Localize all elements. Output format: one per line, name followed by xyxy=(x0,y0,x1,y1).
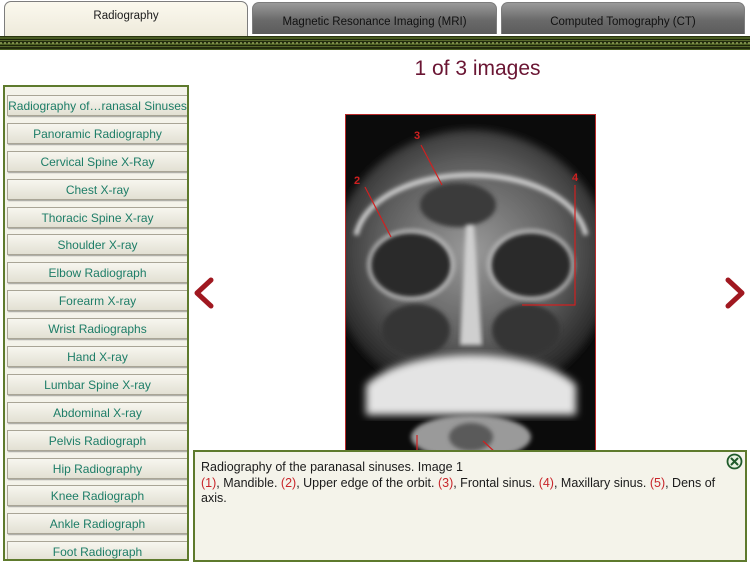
legend-number-5: (5) xyxy=(649,475,666,490)
previous-image-button[interactable] xyxy=(189,276,219,310)
image-caption: Radiography of the paranasal sinuses. Im… xyxy=(193,450,747,562)
marker-2: 2 xyxy=(354,175,360,187)
sidebar-item-forearm[interactable]: Forearm X-ray xyxy=(7,290,187,312)
sidebar-item-knee[interactable]: Knee Radiograph xyxy=(7,485,187,507)
caption-legend: (1), Mandible. (2), Upper edge of the or… xyxy=(201,476,739,507)
tab-mri[interactable]: Magnetic Resonance Imaging (MRI) xyxy=(252,2,497,34)
sidebar-item-ankle[interactable]: Ankle Radiograph xyxy=(7,513,187,535)
legend-number-1: (1) xyxy=(201,475,217,490)
decorative-divider xyxy=(0,36,750,50)
sidebar-item-lumbar-spine[interactable]: Lumbar Spine X-ray xyxy=(7,373,187,395)
sidebar-item-elbow[interactable]: Elbow Radiograph xyxy=(7,262,187,284)
close-caption-button[interactable] xyxy=(726,453,743,470)
chevron-right-icon xyxy=(725,277,745,309)
tab-ct[interactable]: Computed Tomography (CT) xyxy=(501,2,745,34)
legend-number-4: (4) xyxy=(538,475,554,490)
legend-text-2: , Upper edge of the orbit. xyxy=(296,475,438,490)
legend-text-3: , Frontal sinus. xyxy=(453,475,539,490)
sidebar-item-pelvis[interactable]: Pelvis Radiograph xyxy=(7,429,187,451)
radiograph-image[interactable]: 2 3 4 xyxy=(345,114,596,454)
close-circle-icon xyxy=(726,453,743,470)
marker-3: 3 xyxy=(414,130,420,142)
chevron-left-icon xyxy=(194,277,214,309)
exam-list[interactable]: Radiography of…ranasal Sinuses Panoramic… xyxy=(3,85,189,561)
legend-text-4: , Maxillary sinus. xyxy=(553,475,650,490)
sidebar-item-cervical-spine[interactable]: Cervical Spine X-Ray xyxy=(7,150,187,172)
legend-number-2: (2) xyxy=(280,475,297,490)
sidebar-item-wrist[interactable]: Wrist Radiographs xyxy=(7,318,187,340)
skull-radiograph: 2 3 4 xyxy=(346,115,595,453)
sidebar-item-hip[interactable]: Hip Radiography xyxy=(7,457,187,479)
caption-heading: Radiography of the paranasal sinuses. Im… xyxy=(201,460,463,474)
sidebar-item-thoracic-spine[interactable]: Thoracic Spine X-ray xyxy=(7,206,187,228)
sidebar-item-abdominal[interactable]: Abdominal X-ray xyxy=(7,401,187,423)
tab-bar: Radiography Magnetic Resonance Imaging (… xyxy=(0,0,750,36)
legend-number-3: (3) xyxy=(437,475,454,490)
sidebar-item-chest[interactable]: Chest X-ray xyxy=(7,178,187,200)
sidebar-item-hand[interactable]: Hand X-ray xyxy=(7,346,187,368)
image-counter: 1 of 3 images xyxy=(414,57,541,80)
tab-radiography[interactable]: Radiography xyxy=(4,1,248,36)
marker-4: 4 xyxy=(572,172,579,184)
next-image-button[interactable] xyxy=(720,276,750,310)
sidebar-item-shoulder[interactable]: Shoulder X-ray xyxy=(7,234,187,256)
sidebar-item-foot[interactable]: Foot Radiograph xyxy=(7,541,187,559)
legend-text-1: , Mandible. xyxy=(216,475,281,490)
sidebar-item-panoramic[interactable]: Panoramic Radiography xyxy=(7,122,187,144)
sidebar-item-paranasal-sinuses[interactable]: Radiography of…ranasal Sinuses xyxy=(7,95,187,116)
